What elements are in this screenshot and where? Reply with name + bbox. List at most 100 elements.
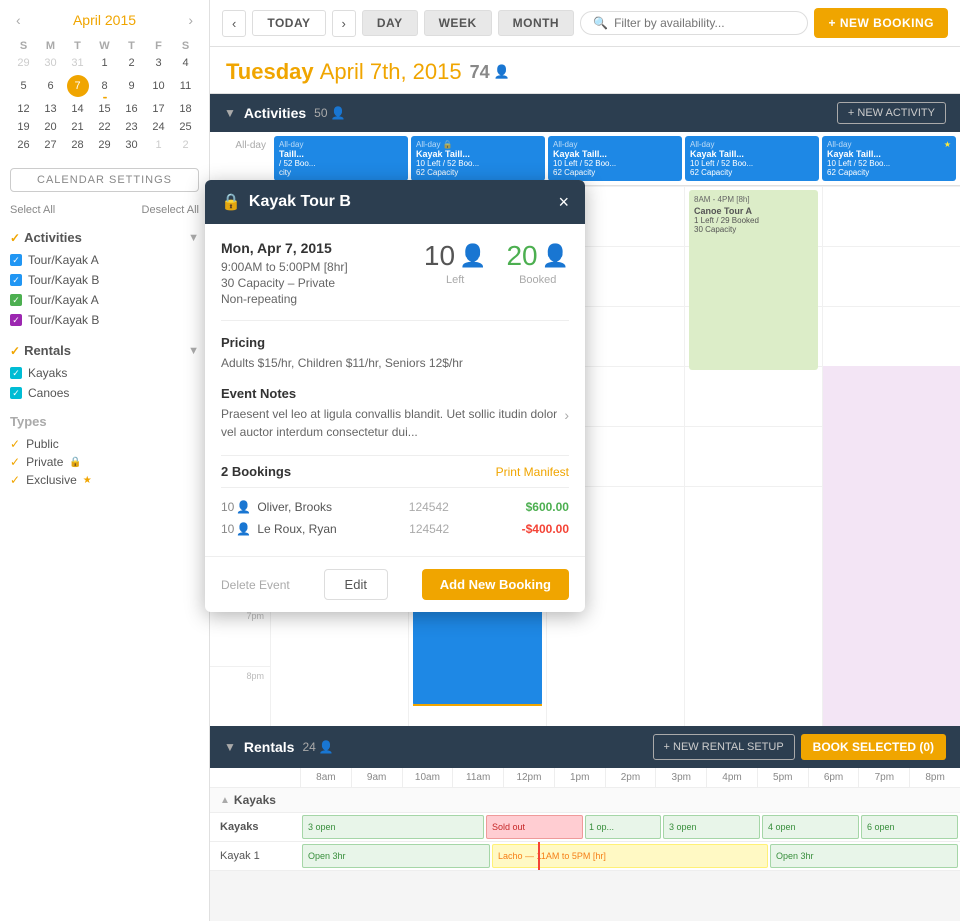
sidebar-item-tour-kayak-a-green[interactable]: ✓ Tour/Kayak A [10, 291, 199, 309]
today-cell[interactable]: 7 [67, 75, 89, 97]
kayaks-open-slot[interactable]: 3 open [302, 815, 484, 839]
pricing-text: Adults $15/hr, Children $11/hr, Seniors … [221, 354, 569, 372]
checkbox-blue[interactable]: ✓ [10, 254, 22, 266]
today-button[interactable]: TODAY [252, 10, 325, 36]
cal-day[interactable]: 30 [118, 136, 145, 154]
cal-day[interactable]: 9 [118, 72, 145, 100]
cal-day[interactable]: 26 [10, 136, 37, 154]
deselect-all-button[interactable]: Deselect All [142, 204, 199, 216]
cal-day[interactable]: 17 [145, 100, 172, 118]
kayaks-open-slot-5[interactable]: 6 open [861, 815, 958, 839]
sidebar-item-tour-kayak-b-blue[interactable]: ✓ Tour/Kayak B [10, 271, 199, 289]
cal-day[interactable]: 19 [10, 118, 37, 136]
cal-day[interactable]: 29 [10, 54, 37, 72]
kayak1-booked[interactable]: Lacho — 11AM to 5PM [hr] [492, 844, 768, 868]
cal-day[interactable]: 12 [10, 100, 37, 118]
prev-button[interactable]: ‹ [222, 10, 246, 37]
cal-day[interactable]: 18 [172, 100, 199, 118]
cal-day[interactable]: 21 [64, 118, 91, 136]
cal-day[interactable]: 31 [64, 54, 91, 72]
cal-day[interactable]: 28 [64, 136, 91, 154]
cal-day[interactable]: 4 [172, 54, 199, 72]
new-booking-button[interactable]: + NEW BOOKING [814, 8, 948, 38]
cal-day[interactable]: 24 [145, 118, 172, 136]
kayaks-open-slot-3[interactable]: 3 open [663, 815, 760, 839]
rentals-expand-icon[interactable]: ▼ [188, 345, 199, 357]
allday-event[interactable]: All-day ★ Kayak Taill... 10 Left / 52 Bo… [822, 136, 956, 181]
kayak1-open-2[interactable]: Open 3hr [770, 844, 958, 868]
cal-day[interactable]: 10 [145, 72, 172, 100]
cal-day[interactable]: 8 [91, 72, 118, 100]
kayak1-open-1[interactable]: Open 3hr [302, 844, 490, 868]
cal-day[interactable]: 7 [64, 72, 91, 100]
chevron-right-icon[interactable]: › [564, 407, 569, 423]
print-manifest-link[interactable]: Print Manifest [496, 465, 569, 479]
modal-close-button[interactable]: × [558, 193, 569, 211]
cal-day[interactable]: 11 [172, 72, 199, 100]
new-rental-button[interactable]: + NEW RENTAL SETUP [653, 734, 795, 760]
event-canoe-tour-a[interactable]: 8AM - 4PM [8h] Canoe Tour A 1 Left / 29 … [689, 190, 818, 370]
select-all-button[interactable]: Select All [10, 204, 55, 216]
rentals-collapse-arrow[interactable]: ▼ [224, 740, 236, 754]
new-activity-button[interactable]: + NEW ACTIVITY [837, 102, 946, 124]
cal-day[interactable]: 3 [145, 54, 172, 72]
month-view-button[interactable]: MONTH [498, 10, 575, 36]
edit-event-button[interactable]: Edit [324, 569, 388, 600]
type-item-public[interactable]: ✓ Public [10, 435, 199, 453]
allday-event[interactable]: All-day Kayak Taill... 10 Left / 52 Boo.… [548, 136, 682, 181]
cal-day[interactable]: 29 [91, 136, 118, 154]
cal-day[interactable]: 25 [172, 118, 199, 136]
next-button[interactable]: › [332, 10, 356, 37]
cal-day[interactable]: 6 [37, 72, 64, 100]
checkbox-purple[interactable]: ✓ [10, 314, 22, 326]
sidebar-item-tour-kayak-a-blue[interactable]: ✓ Tour/Kayak A [10, 251, 199, 269]
kayaks-open-slot-2[interactable]: 1 op... [585, 815, 661, 839]
delete-event-button[interactable]: Delete Event [221, 578, 290, 592]
cal-day[interactable]: 27 [37, 136, 64, 154]
cal-day[interactable]: 13 [37, 100, 64, 118]
rentals-bar-title: Rentals [244, 739, 295, 755]
activities-expand-icon[interactable]: ▼ [188, 232, 199, 244]
week-view-button[interactable]: WEEK [424, 10, 492, 36]
cal-day[interactable]: 15 [91, 100, 118, 118]
calendar-settings-button[interactable]: CALENDAR SETTINGS [10, 168, 199, 192]
day-col-5 [822, 186, 960, 726]
cal-day[interactable]: 2 [172, 136, 199, 154]
cal-day[interactable]: 20 [37, 118, 64, 136]
checkbox-teal[interactable]: ✓ [10, 387, 22, 399]
rental-time: 12pm [503, 768, 554, 787]
type-item-private[interactable]: ✓ Private 🔒 [10, 453, 199, 471]
cal-day[interactable]: 30 [37, 54, 64, 72]
mini-cal-next[interactable]: › [182, 10, 199, 30]
kayaks-open-slot-4[interactable]: 4 open [762, 815, 859, 839]
cal-day[interactable]: 5 [10, 72, 37, 100]
filter-input[interactable] [614, 16, 795, 30]
cal-day[interactable]: 1 [91, 54, 118, 72]
sidebar-item-kayaks[interactable]: ✓ Kayaks [10, 364, 199, 382]
cal-day[interactable]: 23 [118, 118, 145, 136]
booking-row-2[interactable]: 10 👤 Le Roux, Ryan 124542 -$400.00 [221, 518, 569, 540]
cal-day[interactable]: 22 [91, 118, 118, 136]
book-selected-button[interactable]: BOOK SELECTED (0) [801, 734, 946, 760]
checkbox-blue[interactable]: ✓ [10, 274, 22, 286]
cal-day[interactable]: 16 [118, 100, 145, 118]
allday-event[interactable]: All-day Taill... / 52 Boo... city [274, 136, 408, 181]
rental-time: 8am [300, 768, 351, 787]
cal-day[interactable]: 14 [64, 100, 91, 118]
day-view-button[interactable]: DAY [362, 10, 418, 36]
kayaks-expand-icon[interactable]: ▲ [220, 795, 230, 806]
modal-title-text: Kayak Tour B [249, 193, 351, 211]
cal-day[interactable]: 1 [145, 136, 172, 154]
type-item-exclusive[interactable]: ✓ Exclusive ★ [10, 471, 199, 489]
activities-collapse-arrow[interactable]: ▼ [224, 106, 236, 120]
checkbox-teal[interactable]: ✓ [10, 367, 22, 379]
checkbox-green[interactable]: ✓ [10, 294, 22, 306]
allday-event[interactable]: All-day 🔒 Kayak Taill... 10 Left / 52 Bo… [411, 136, 545, 181]
sidebar-item-canoes[interactable]: ✓ Canoes [10, 384, 199, 402]
mini-cal-prev[interactable]: ‹ [10, 10, 27, 30]
sidebar-item-tour-kayak-b-purple[interactable]: ✓ Tour/Kayak B [10, 311, 199, 329]
add-booking-button[interactable]: Add New Booking [422, 569, 569, 600]
booking-row-1[interactable]: 10 👤 Oliver, Brooks 124542 $600.00 [221, 496, 569, 518]
cal-day[interactable]: 2 [118, 54, 145, 72]
allday-event[interactable]: All-day Kayak Taill... 10 Left / 52 Boo.… [685, 136, 819, 181]
